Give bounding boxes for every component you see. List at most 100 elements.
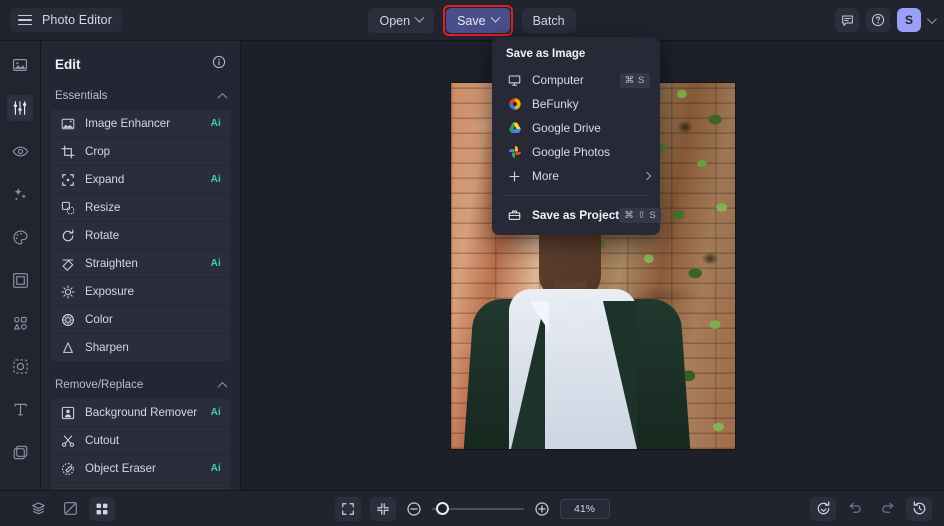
top-toolbar: Photo Editor Open Save Batch: [0, 0, 944, 41]
crop-icon: [59, 145, 77, 159]
zoom-level-input[interactable]: 41%: [560, 499, 610, 519]
group-spacer: [41, 362, 240, 376]
open-button-label: Open: [379, 14, 410, 28]
sparkles-icon: [12, 186, 29, 203]
chevron-right-icon: [643, 172, 651, 180]
batch-button[interactable]: Batch: [522, 8, 576, 33]
save-menu-item-computer[interactable]: Computer ⌘ S: [492, 68, 660, 92]
avatar[interactable]: S: [897, 8, 921, 32]
chevron-down-icon: [415, 13, 425, 23]
tool-image-enhancer[interactable]: Image Enhancer Ai: [51, 110, 230, 138]
layers-panel-button[interactable]: [25, 497, 51, 521]
save-button[interactable]: Save: [446, 8, 510, 33]
tool-exposure[interactable]: Exposure: [51, 278, 230, 306]
eye-icon: [12, 143, 29, 160]
info-circle-icon[interactable]: [212, 55, 226, 74]
tool-expand[interactable]: Expand Ai: [51, 166, 230, 194]
tool-label: Background Remover: [85, 406, 211, 419]
compare-icon: [63, 501, 78, 516]
save-menu-shortcut: ⌘ S: [620, 73, 650, 88]
history-button[interactable]: [906, 497, 932, 521]
undo-button[interactable]: [842, 497, 868, 521]
rail-item-graphics[interactable]: [7, 310, 33, 336]
save-menu-item-more[interactable]: More: [492, 164, 660, 188]
save-menu-item-google-photos[interactable]: Google Photos: [492, 140, 660, 164]
rail-item-masks[interactable]: [7, 353, 33, 379]
tool-sharpen[interactable]: Sharpen: [51, 334, 230, 362]
topbar-center-actions: Open Save Batch: [0, 0, 944, 41]
rail-item-text[interactable]: [7, 396, 33, 422]
zoom-slider-thumb[interactable]: [436, 502, 449, 515]
photo-editor-app: Photo Editor Open Save Batch: [0, 0, 944, 526]
help-button[interactable]: [866, 8, 890, 32]
rail-item-artsy[interactable]: [7, 224, 33, 250]
open-button[interactable]: Open: [368, 8, 434, 33]
tool-label: Crop: [85, 145, 221, 158]
save-menu-shortcut: ⌘ ⇧ S: [619, 208, 661, 223]
tool-label: Rotate: [85, 229, 221, 242]
zoom-in-button[interactable]: [533, 500, 551, 518]
bottombar-right-tools: [810, 497, 932, 521]
save-menu-item-label: Google Drive: [532, 121, 650, 135]
zoom-out-button[interactable]: [405, 500, 423, 518]
tool-detach-subject[interactable]: Detach Subject Ai: [51, 483, 230, 490]
save-menu-item-google-drive[interactable]: Google Drive: [492, 116, 660, 140]
tool-rotate[interactable]: Rotate: [51, 222, 230, 250]
grid-view-button[interactable]: [89, 497, 115, 521]
rail-item-retouch[interactable]: [7, 138, 33, 164]
layers-icon: [12, 444, 29, 461]
compare-button[interactable]: [57, 497, 83, 521]
tool-label: Exposure: [85, 285, 221, 298]
save-menu-item-befunky[interactable]: BeFunky: [492, 92, 660, 116]
tool-crop[interactable]: Crop: [51, 138, 230, 166]
tool-color[interactable]: Color: [51, 306, 230, 334]
expand-icon: [59, 173, 77, 187]
bottombar-left-tools: [25, 497, 115, 521]
save-menu-item-save-as-project[interactable]: Save as Project ⌘ ⇧ S: [492, 203, 660, 227]
befunky-logo-icon: [506, 97, 523, 111]
tool-group-header-essentials[interactable]: Essentials: [41, 87, 240, 110]
zoom-slider[interactable]: [432, 501, 524, 517]
bottom-toolbar: 41%: [0, 490, 944, 526]
tool-object-eraser[interactable]: Object Eraser Ai: [51, 455, 230, 483]
save-menu-item-label: Save as Project: [532, 208, 619, 222]
shirt-collar-right: [573, 301, 593, 331]
straighten-icon: [59, 257, 77, 271]
chat-feedback-icon: [841, 14, 854, 27]
brand-label: Photo Editor: [42, 13, 112, 27]
monitor-icon: [506, 74, 523, 87]
tool-label: Straighten: [85, 257, 211, 270]
account-chevron-down-icon[interactable]: [927, 14, 937, 24]
exposure-icon: [59, 285, 77, 299]
avatar-initial: S: [905, 13, 913, 27]
feedback-button[interactable]: [835, 8, 859, 32]
tool-cutout[interactable]: Cutout: [51, 427, 230, 455]
mask-icon: [12, 358, 29, 375]
tool-label: Object Eraser: [85, 462, 211, 475]
page-title: Edit: [55, 57, 81, 72]
tool-list-scroll[interactable]: Essentials Image Enhancer Ai: [41, 87, 240, 490]
rotate-icon: [59, 229, 77, 243]
tool-straighten[interactable]: Straighten Ai: [51, 250, 230, 278]
tool-group-header-remove-replace[interactable]: Remove/Replace: [41, 376, 240, 399]
tool-label: Cutout: [85, 434, 221, 447]
rail-item-frames[interactable]: [7, 267, 33, 293]
zoom-out-icon: [406, 501, 422, 517]
zoom-in-icon: [534, 501, 550, 517]
brand-menu-button[interactable]: Photo Editor: [10, 8, 122, 32]
rail-item-adjust[interactable]: [7, 95, 33, 121]
tool-background-remover[interactable]: Background Remover Ai: [51, 399, 230, 427]
menu-divider: [504, 195, 648, 196]
jacket-lapel-right: [603, 301, 637, 449]
undo-icon: [848, 501, 863, 516]
rail-item-layers[interactable]: [7, 439, 33, 465]
shrink-button[interactable]: [370, 497, 396, 521]
left-icon-rail: [0, 41, 41, 490]
fit-to-screen-button[interactable]: [335, 497, 361, 521]
rail-item-image[interactable]: [7, 52, 33, 78]
save-button-label: Save: [457, 14, 486, 28]
tool-resize[interactable]: Resize: [51, 194, 230, 222]
rail-item-effects[interactable]: [7, 181, 33, 207]
redo-button[interactable]: [874, 497, 900, 521]
reset-button[interactable]: [810, 497, 836, 521]
